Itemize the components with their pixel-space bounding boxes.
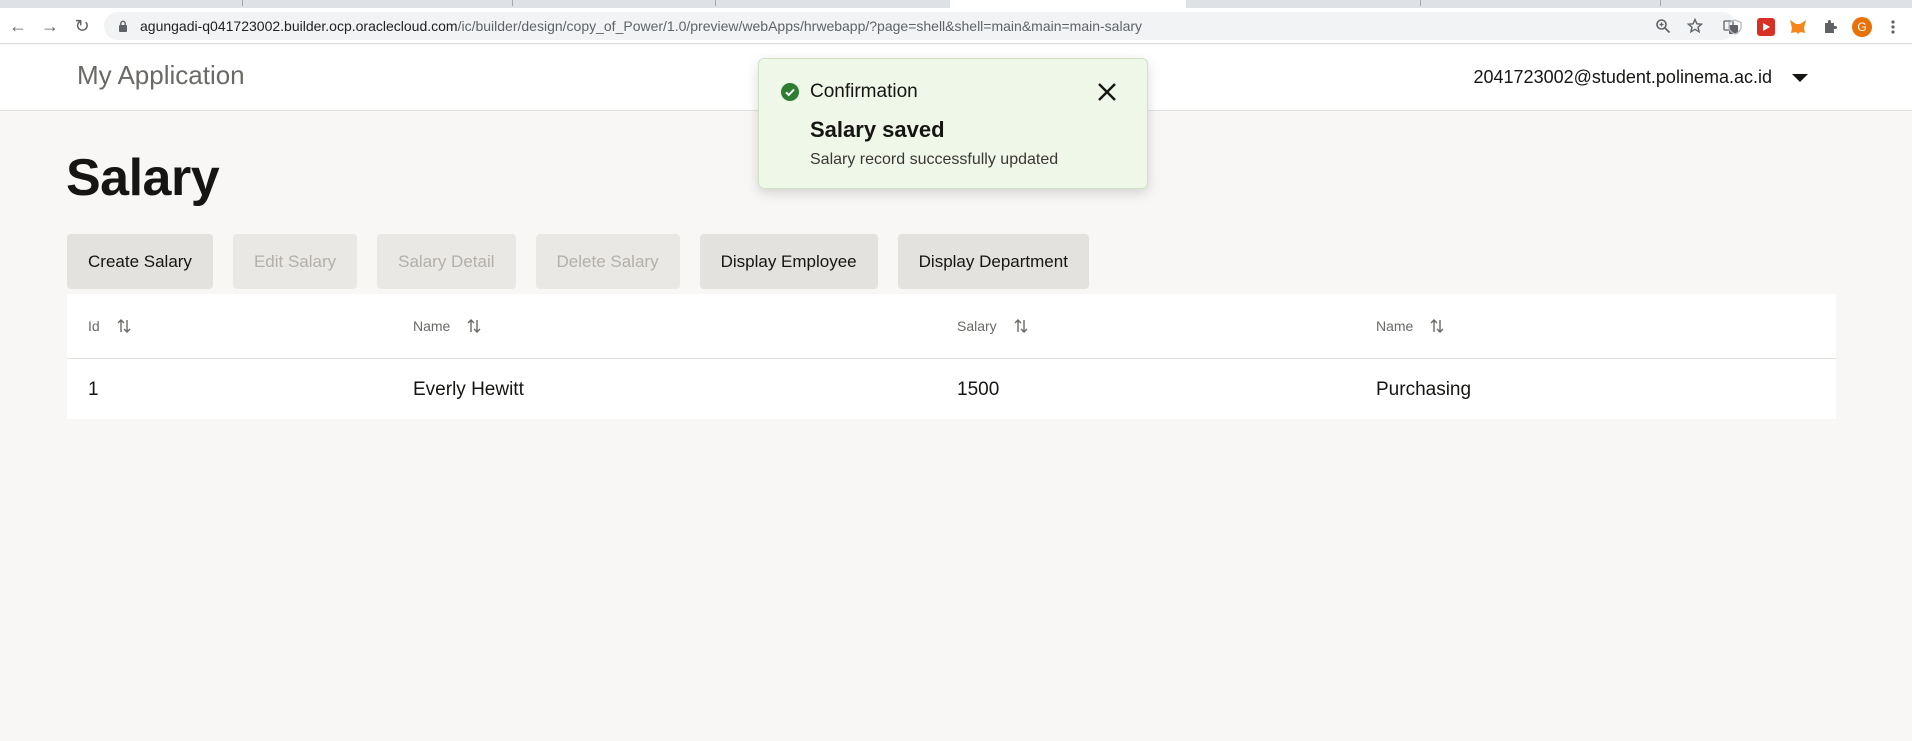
metamask-extension-icon[interactable] xyxy=(1789,18,1807,36)
address-bar[interactable]: agungadi-q041723002.builder.ocp.oraclecl… xyxy=(104,12,1738,40)
reload-icon: ↻ xyxy=(74,16,90,36)
table-header: Id Name Salary Name xyxy=(67,294,1836,359)
page-title: Salary xyxy=(66,149,220,207)
salary-table: Id Name Salary Name 1 Everly Hewitt 1500… xyxy=(67,294,1836,419)
lock-icon xyxy=(119,20,127,32)
delete-salary-button[interactable]: Delete Salary xyxy=(535,234,680,289)
column-header-name[interactable]: Name xyxy=(413,318,482,334)
close-icon[interactable] xyxy=(1094,79,1120,105)
browser-toolbar: ← → ↻ agungadi-q041723002.builder.ocp.or… xyxy=(0,8,1912,44)
url-text[interactable]: agungadi-q041723002.builder.ocp.oraclecl… xyxy=(140,18,1142,34)
app-title: My Application xyxy=(77,60,245,90)
bookmark-star-icon[interactable] xyxy=(1684,15,1706,37)
reload-button[interactable]: ↻ xyxy=(68,12,96,40)
column-header-label: Salary xyxy=(957,318,997,334)
cell-salary: 1500 xyxy=(957,379,1000,400)
profile-initial: G xyxy=(1857,20,1867,34)
sort-icon[interactable] xyxy=(1013,318,1029,334)
active-browser-tab[interactable] xyxy=(950,0,1186,8)
url-path: /ic/builder/design/copy_of_Power/1.0/pre… xyxy=(457,18,1143,34)
column-header-label: Id xyxy=(88,318,100,334)
menu-icon[interactable] xyxy=(1884,18,1902,36)
edit-salary-button[interactable]: Edit Salary xyxy=(232,234,358,289)
column-header-label: Name xyxy=(413,318,451,334)
create-salary-button[interactable]: Create Salary xyxy=(67,234,213,289)
shield-extension-icon[interactable] xyxy=(1726,18,1744,36)
salary-detail-button[interactable]: Salary Detail xyxy=(377,234,516,289)
column-header-id[interactable]: Id xyxy=(88,318,132,334)
action-toolbar: Create Salary Edit Salary Salary Detail … xyxy=(67,234,1109,289)
sort-icon[interactable] xyxy=(1429,318,1445,334)
url-host: agungadi-q041723002.builder.ocp.oraclecl… xyxy=(140,18,458,34)
display-employee-button[interactable]: Display Employee xyxy=(699,234,878,289)
toast-message: Salary record successfully updated xyxy=(810,151,1059,168)
sort-icon[interactable] xyxy=(466,318,482,334)
tab-separator xyxy=(1420,0,1421,6)
column-header-department-name[interactable]: Name xyxy=(1376,318,1445,334)
check-circle-icon xyxy=(781,83,799,101)
cell-name: Everly Hewitt xyxy=(413,379,524,400)
back-button[interactable]: ← xyxy=(4,12,32,40)
tab-separator xyxy=(715,0,716,6)
toast-title: Salary saved xyxy=(810,117,945,142)
back-arrow-icon: ← xyxy=(9,16,27,36)
tab-separator xyxy=(242,0,243,6)
tab-separator xyxy=(1660,0,1661,6)
sort-icon[interactable] xyxy=(116,318,132,334)
cell-id: 1 xyxy=(88,379,99,400)
user-email[interactable]: 2041723002@student.polinema.ac.id xyxy=(1474,67,1773,88)
forward-arrow-icon: → xyxy=(41,16,59,36)
forward-button[interactable]: → xyxy=(36,12,64,40)
cell-department: Purchasing xyxy=(1376,379,1472,400)
column-header-label: Name xyxy=(1376,318,1414,334)
table-row[interactable]: 1 Everly Hewitt 1500 Purchasing xyxy=(67,359,1836,419)
display-department-button[interactable]: Display Department xyxy=(897,234,1089,289)
extensions-puzzle-icon[interactable] xyxy=(1821,18,1839,36)
caret-down-icon[interactable] xyxy=(1792,73,1808,82)
toast-kind: Confirmation xyxy=(810,81,918,102)
user-menu[interactable]: 2041723002@student.polinema.ac.id xyxy=(1474,67,1808,88)
browser-tab-strip xyxy=(0,0,1912,8)
video-extension-icon[interactable] xyxy=(1757,18,1775,36)
tab-separator xyxy=(512,0,513,6)
column-header-salary[interactable]: Salary xyxy=(957,318,1029,334)
zoom-icon[interactable] xyxy=(1652,15,1674,37)
confirmation-toast: Confirmation Salary saved Salary record … xyxy=(758,58,1148,189)
profile-avatar[interactable]: G xyxy=(1852,17,1872,37)
